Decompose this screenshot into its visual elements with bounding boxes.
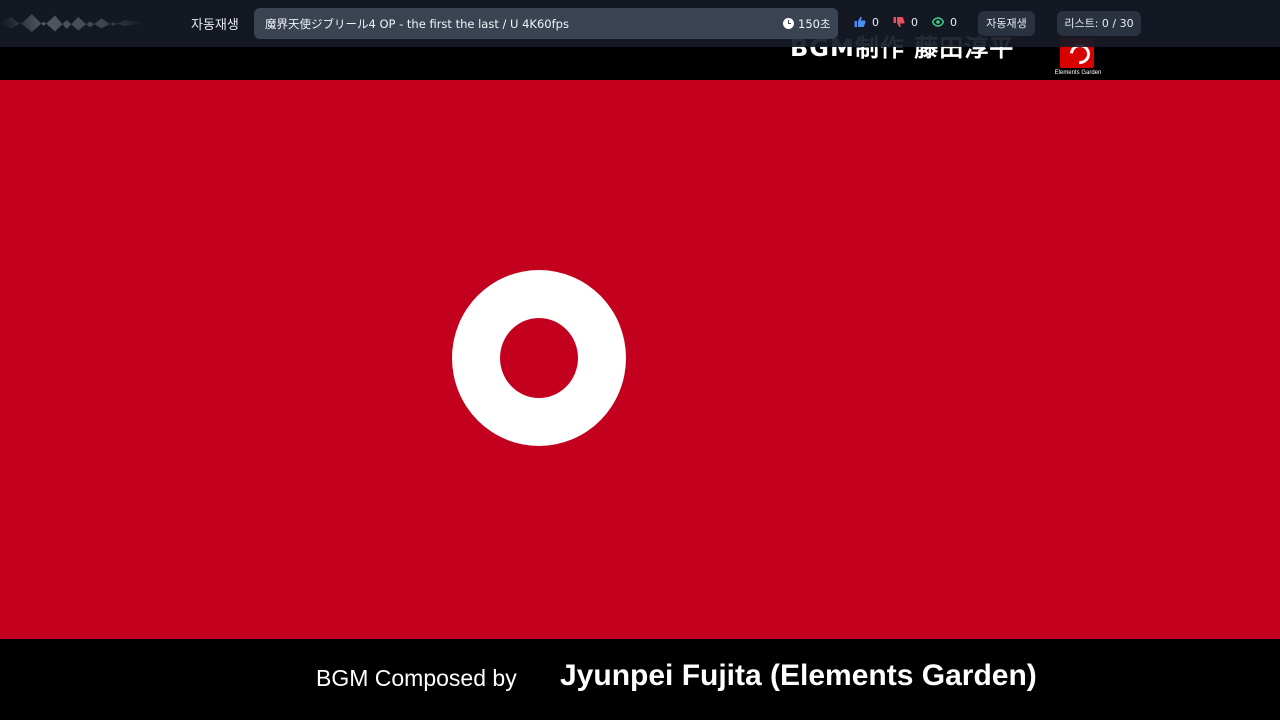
like-count: 0 [872, 16, 879, 29]
white-ring-shape [452, 270, 626, 446]
now-playing-box: 魔界天使ジブリール4 OP - the first the last / U 4… [254, 8, 838, 39]
clock-icon [783, 18, 794, 29]
view-count: 0 [950, 16, 957, 29]
video-frame-red [0, 80, 1280, 639]
timer-value: 150초 [798, 17, 831, 31]
eye-icon [932, 17, 944, 27]
credit-prefix-text: BGM Composed by [316, 665, 517, 691]
autoplay-label[interactable]: 자동재생 [191, 14, 239, 33]
thumbs-down-icon[interactable] [893, 16, 905, 28]
credit-name-text: Jyunpei Fujita (Elements Garden) [560, 659, 1037, 692]
video-player[interactable]: BGM制作 藤田淳平 Elements Garden BGM Composed … [0, 0, 1280, 720]
playlist-button[interactable]: 리스트: 0 / 30 [1057, 11, 1141, 36]
autoplay-button[interactable]: 자동재생 [978, 11, 1035, 36]
top-bar: 자동재생 魔界天使ジブリール4 OP - the first the last … [0, 0, 1280, 47]
now-playing-title: 魔界天使ジブリール4 OP - the first the last / U 4… [265, 17, 569, 31]
audio-waveform [0, 14, 145, 32]
logo-caption: Elements Garden [1054, 70, 1102, 76]
thumbs-up-icon[interactable] [854, 16, 866, 28]
dislike-count: 0 [911, 16, 918, 29]
